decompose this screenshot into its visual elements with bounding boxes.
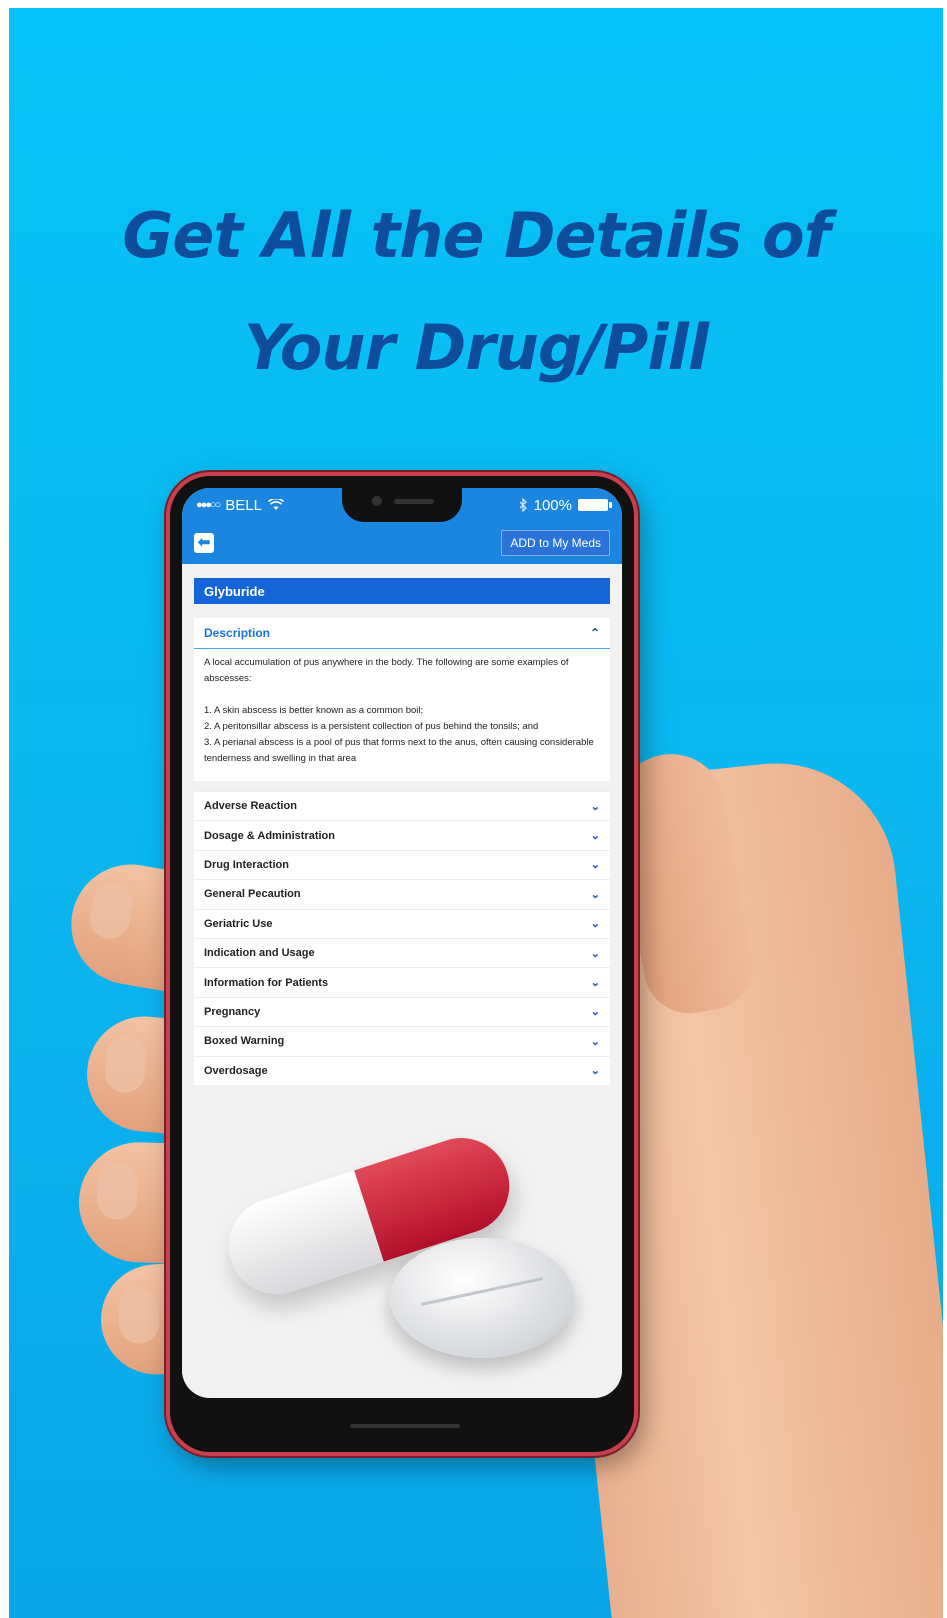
back-button[interactable]: ⬅ <box>194 533 214 553</box>
tablet-pill-image <box>390 1238 574 1358</box>
section-row-boxed-warning[interactable]: Boxed Warning ⌄ <box>194 1026 610 1056</box>
chevron-up-icon: ⌃ <box>589 626 600 640</box>
section-row-pregnancy[interactable]: Pregnancy ⌄ <box>194 996 610 1027</box>
description-body: A local accumulation of pus anywhere in … <box>194 649 610 781</box>
bluetooth-icon <box>519 498 527 512</box>
section-row-information-patients[interactable]: Information for Patients ⌄ <box>194 967 610 997</box>
description-label: Description <box>204 626 271 640</box>
section-row-indication-usage[interactable]: Indication and Usage ⌄ <box>194 937 610 968</box>
add-to-my-meds-button[interactable]: ADD to My Meds <box>501 530 610 556</box>
section-label: Dosage & Administration <box>204 829 335 842</box>
section-row-adverse-reaction[interactable]: Adverse Reaction ⌄ <box>194 791 610 821</box>
section-label: Adverse Reaction <box>204 800 297 813</box>
chevron-down-icon: ⌄ <box>590 918 600 931</box>
section-row-overdosage[interactable]: Overdosage ⌄ <box>194 1055 610 1085</box>
drug-detail-content: Glyburide Description ⌃ A local accumula… <box>182 564 622 1085</box>
section-label: Boxed Warning <box>204 1035 285 1048</box>
section-label: Geriatric Use <box>204 917 273 930</box>
battery-icon <box>578 499 612 511</box>
description-text: A local accumulation of pus anywhere in … <box>204 657 594 764</box>
section-label: Pregnancy <box>204 1005 261 1018</box>
section-row-general-precaution[interactable]: General Pecaution ⌄ <box>194 879 610 909</box>
drug-sections-list: Adverse Reaction ⌄ Dosage & Administrati… <box>194 791 610 1085</box>
promo-headline: Get All the Details of Your Drug/Pill <box>9 180 943 404</box>
carrier-name: BELL <box>225 496 262 514</box>
section-row-drug-interaction[interactable]: Drug Interaction ⌄ <box>194 849 610 880</box>
section-row-geriatric-use[interactable]: Geriatric Use ⌄ <box>194 908 610 938</box>
wifi-icon <box>267 499 284 510</box>
chevron-down-icon: ⌄ <box>590 1006 600 1019</box>
chevron-down-icon: ⌄ <box>590 977 600 990</box>
headline-line-1: Get All the Details of <box>122 199 830 272</box>
section-row-dosage-administration[interactable]: Dosage & Administration ⌄ <box>194 820 610 850</box>
back-arrow-icon: ⬅ <box>197 534 211 551</box>
battery-percent: 100% <box>533 496 572 514</box>
drug-name-title: Glyburide <box>194 578 610 604</box>
signal-strength-icon: ●●●○○ <box>196 499 221 511</box>
section-label: Indication and Usage <box>204 947 315 960</box>
description-card: Description ⌃ A local accumulation of pu… <box>194 618 610 781</box>
section-label: General Pecaution <box>204 888 301 901</box>
app-bar: ⬅ ADD to My Meds <box>182 522 622 564</box>
phone-device: ●●●○○ BELL 100% ⬅ ADD to My Meds Glyburi… <box>166 472 638 1456</box>
headline-line-2: Your Drug/Pill <box>243 311 709 384</box>
chevron-down-icon: ⌄ <box>590 1065 600 1078</box>
section-label: Information for Patients <box>204 976 329 989</box>
pill-illustration <box>182 1088 622 1398</box>
phone-home-indicator <box>350 1424 460 1428</box>
phone-notch <box>342 488 462 522</box>
section-label: Overdosage <box>204 1064 268 1077</box>
chevron-down-icon: ⌄ <box>590 1035 600 1048</box>
chevron-down-icon: ⌄ <box>590 947 600 960</box>
chevron-down-icon: ⌄ <box>590 830 600 843</box>
chevron-down-icon: ⌄ <box>590 800 600 813</box>
description-header[interactable]: Description ⌃ <box>194 618 610 649</box>
chevron-down-icon: ⌄ <box>590 859 600 872</box>
section-label: Drug Interaction <box>204 858 289 871</box>
chevron-down-icon: ⌄ <box>590 888 600 901</box>
phone-screen: ●●●○○ BELL 100% ⬅ ADD to My Meds Glyburi… <box>182 488 622 1398</box>
